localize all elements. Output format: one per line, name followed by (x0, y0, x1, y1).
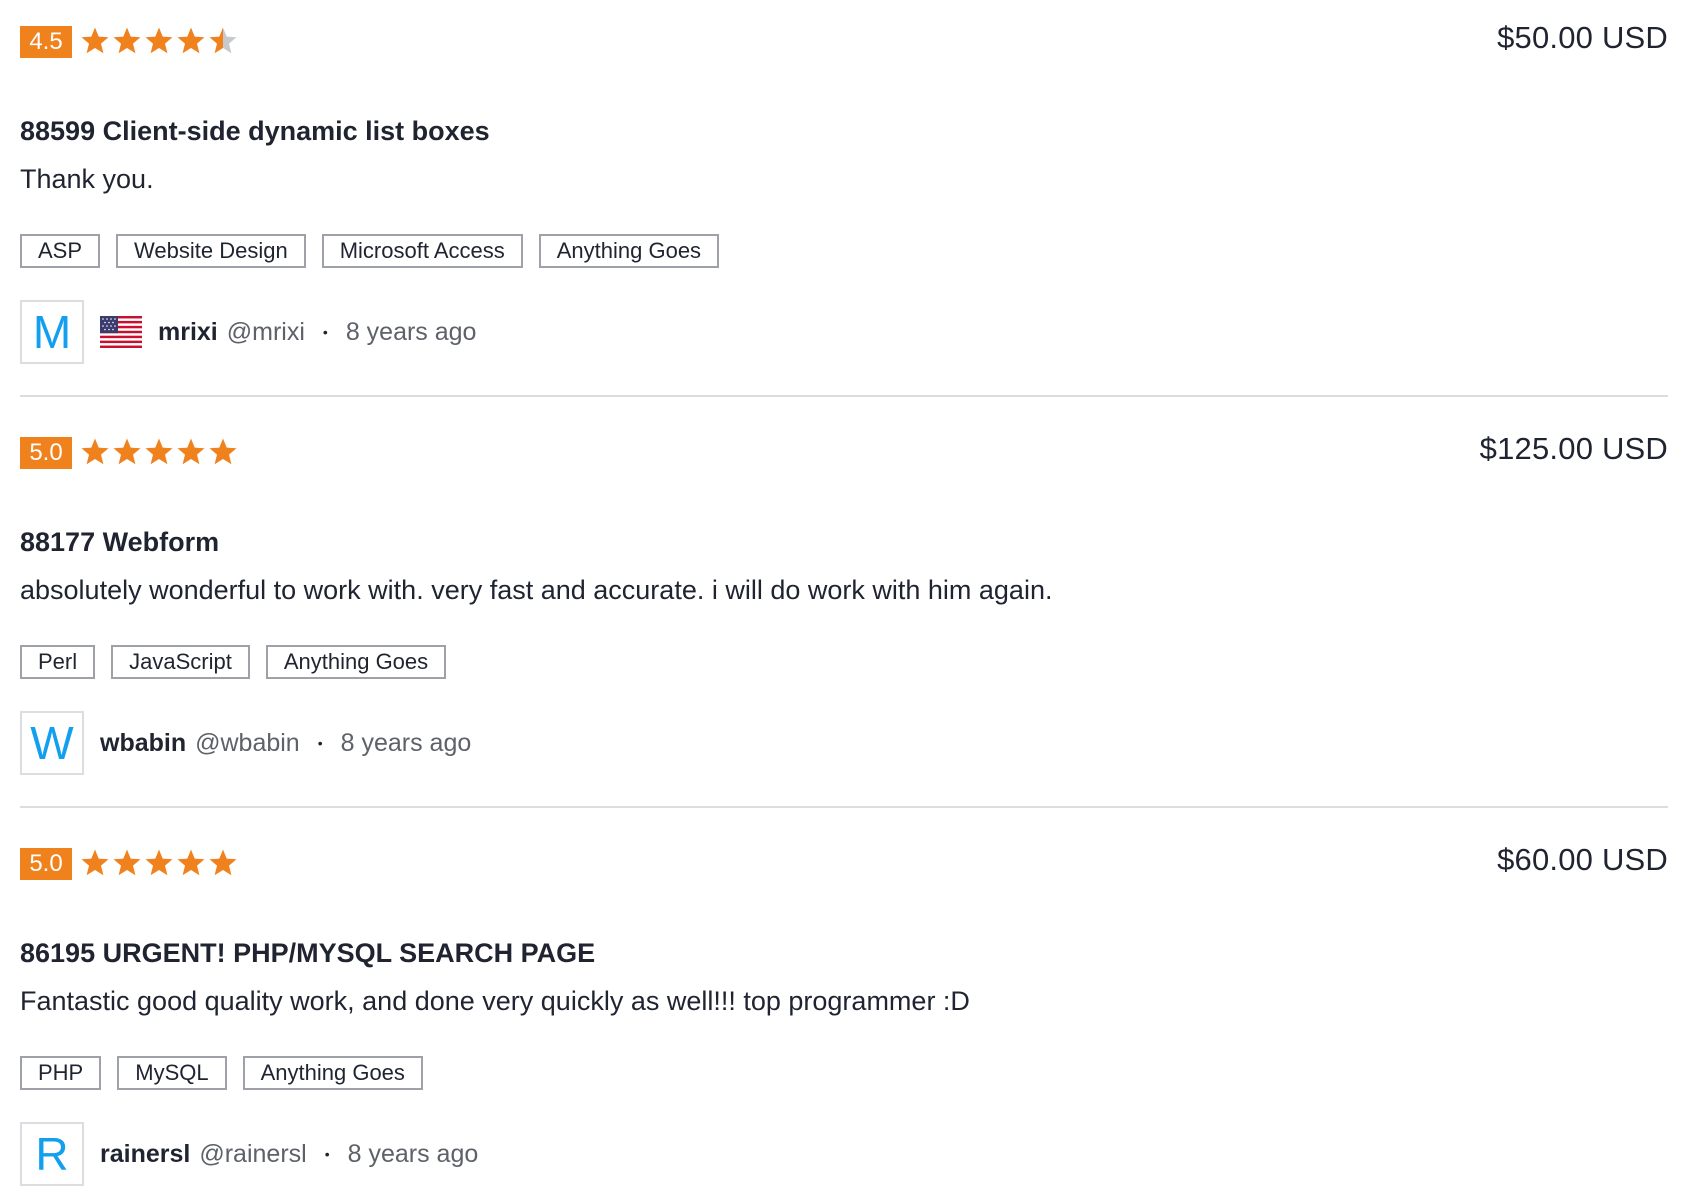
star-filled-icon (176, 437, 208, 469)
review-item: 5.0 $125.00 USD 88177 Webform absolutely… (20, 411, 1668, 822)
skill-tags: ASP Website Design Microsoft Access Anythin… (20, 234, 720, 268)
star-filled-icon (112, 848, 144, 880)
reviewer-username[interactable]: rainersl (100, 1140, 190, 1169)
star-rating (80, 848, 240, 880)
skill-tag[interactable]: Anything Goes (242, 1056, 423, 1090)
review-item: 4.5 $50.00 USD 88599 Client-side dynamic… (20, 0, 1668, 411)
rating-row: 4.5 (20, 25, 240, 59)
star-filled-icon (144, 848, 176, 880)
reviewer-handle: @wbabin (195, 728, 300, 757)
star-filled-icon (208, 848, 240, 880)
star-filled-icon (112, 437, 144, 469)
project-price: $50.00 USD (1497, 20, 1668, 55)
skill-tag[interactable]: Website Design (116, 234, 306, 268)
project-title[interactable]: 88599 Client-side dynamic list boxes (20, 116, 490, 147)
star-filled-icon (112, 26, 144, 58)
project-price: $125.00 USD (1479, 431, 1668, 466)
review-item: 5.0 $60.00 USD 86195 URGENT! PHP/MYSQL S… (20, 822, 1668, 1203)
avatar[interactable]: M (20, 300, 84, 364)
review-time: 8 years ago (340, 728, 472, 757)
star-rating (80, 437, 240, 469)
skill-tag[interactable]: Anything Goes (538, 234, 720, 268)
reviewer-info: M mrixi @mrixi • 8 years ago (20, 300, 476, 364)
separator-dot: • (317, 735, 323, 751)
star-filled-icon (144, 26, 176, 58)
review-comment: absolutely wonderful to work with. very … (20, 575, 1053, 605)
skill-tag[interactable]: Perl (20, 645, 96, 679)
separator-dot: • (322, 324, 328, 340)
review-comment: Thank you. (20, 164, 154, 194)
skill-tag[interactable]: Anything Goes (265, 645, 447, 679)
project-title[interactable]: 86195 URGENT! PHP/MYSQL SEARCH PAGE (20, 938, 595, 969)
review-comment: Fantastic good quality work, and done ve… (20, 986, 970, 1016)
star-filled-icon (80, 26, 112, 58)
rating-badge: 5.0 (20, 848, 72, 880)
reviewer-handle: @rainersl (199, 1139, 307, 1168)
skill-tag[interactable]: Microsoft Access (321, 234, 523, 268)
divider (20, 395, 1668, 397)
reviewer-username[interactable]: wbabin (100, 729, 186, 758)
skill-tag[interactable]: JavaScript (111, 645, 250, 679)
rating-badge: 5.0 (20, 437, 72, 469)
skill-tags: PHP MySQL Anything Goes (20, 1056, 423, 1090)
skill-tag[interactable]: ASP (20, 234, 101, 268)
skill-tags: Perl JavaScript Anything Goes (20, 645, 447, 679)
reviewer-info: R rainersl @rainersl • 8 years ago (20, 1122, 478, 1186)
review-time: 8 years ago (347, 1139, 479, 1168)
reviewer-info: W wbabin @wbabin • 8 years ago (20, 711, 471, 775)
star-half-icon (208, 26, 240, 58)
reviews-list: 4.5 $50.00 USD 88599 Client-side dynamic… (20, 0, 1668, 1203)
skill-tag[interactable]: MySQL (117, 1056, 227, 1090)
star-filled-icon (144, 437, 176, 469)
us-flag-icon (100, 316, 142, 348)
star-filled-icon (80, 437, 112, 469)
reviewer-handle: @mrixi (226, 317, 305, 346)
project-title[interactable]: 88177 Webform (20, 527, 219, 558)
review-time: 8 years ago (345, 317, 477, 346)
rating-row: 5.0 (20, 847, 240, 881)
reviewer-username[interactable]: mrixi (158, 318, 218, 347)
star-filled-icon (80, 848, 112, 880)
divider (20, 806, 1668, 808)
avatar[interactable]: W (20, 711, 84, 775)
project-price: $60.00 USD (1497, 842, 1668, 877)
separator-dot: • (324, 1146, 330, 1162)
rating-row: 5.0 (20, 436, 240, 470)
skill-tag[interactable]: PHP (20, 1056, 102, 1090)
rating-badge: 4.5 (20, 26, 72, 58)
star-filled-icon (176, 26, 208, 58)
star-rating (80, 26, 240, 58)
star-filled-icon (208, 437, 240, 469)
avatar[interactable]: R (20, 1122, 84, 1186)
star-filled-icon (176, 848, 208, 880)
